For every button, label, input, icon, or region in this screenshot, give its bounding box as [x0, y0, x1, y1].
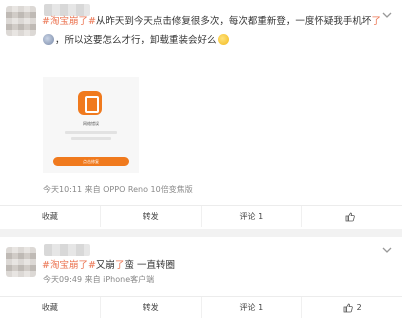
- like-button[interactable]: 2: [301, 297, 402, 318]
- collect-button[interactable]: 收藏: [0, 206, 100, 227]
- username-blurred[interactable]: [44, 244, 90, 256]
- post-text: #淘宝崩了#从昨天到今天点击修复很多次，每次都重新登，一度怀疑我手机坏了 ，所以这…: [42, 12, 388, 50]
- forward-button[interactable]: 转发: [99, 206, 201, 227]
- topic-tag-link[interactable]: #淘宝崩了#: [42, 16, 96, 27]
- avatar[interactable]: [6, 6, 36, 36]
- thumbs-up-icon: [345, 212, 355, 221]
- image-fix-button: 点击修复: [53, 157, 129, 166]
- emoji-icon: [43, 34, 54, 45]
- image-text-line: [71, 137, 111, 140]
- post-text-part: 蛮 一直转圈: [124, 260, 175, 271]
- smile-emoji-icon: [217, 34, 229, 45]
- avatar[interactable]: [6, 247, 36, 277]
- post-card: #淘宝崩了#从昨天到今天点击修复很多次，每次都重新登，一度怀疑我手机坏了 ，所以这…: [0, 0, 402, 229]
- forward-button[interactable]: 转发: [99, 297, 201, 318]
- app-error-icon: [78, 91, 102, 115]
- post-text-highlight: 了: [371, 16, 381, 27]
- forward-label: 转发: [142, 212, 159, 221]
- action-bar: 收藏 转发 评论 1: [0, 205, 402, 227]
- collect-label: 收藏: [41, 212, 58, 221]
- like-count: 2: [356, 303, 362, 312]
- thumbs-up-icon: [343, 303, 353, 312]
- action-bar: 收藏 转发 评论 1 2: [0, 296, 402, 318]
- post-text-part: ，所以这要怎么才行，卸载重装会好么: [55, 35, 217, 46]
- post-text-part: 又崩: [95, 260, 115, 271]
- chevron-down-icon[interactable]: [382, 247, 392, 253]
- comment-button[interactable]: 评论 1: [200, 206, 302, 227]
- collect-label: 收藏: [41, 303, 58, 312]
- attached-image[interactable]: 网络错误 点击修复: [43, 77, 139, 173]
- forward-label: 转发: [142, 303, 159, 312]
- collect-button[interactable]: 收藏: [0, 297, 100, 318]
- image-error-title: 网络错误: [83, 121, 99, 126]
- comment-button[interactable]: 评论 1: [200, 297, 302, 318]
- post-text-part: 从昨天到今天点击修复很多次，每次都重新登，一度怀疑我手机坏: [95, 16, 372, 27]
- comment-label: 评论 1: [239, 303, 264, 312]
- topic-tag-link[interactable]: #淘宝崩了#: [42, 260, 96, 271]
- post-meta: 今天09:49 来自 iPhone客户端: [43, 275, 155, 284]
- post-text: #淘宝崩了#又崩了蛮 一直转圈: [42, 256, 388, 275]
- image-text-line: [65, 131, 117, 134]
- like-button[interactable]: [301, 206, 402, 227]
- post-meta: 今天10:11 来自 OPPO Reno 10倍变焦版: [43, 185, 193, 194]
- comment-label: 评论 1: [239, 212, 264, 221]
